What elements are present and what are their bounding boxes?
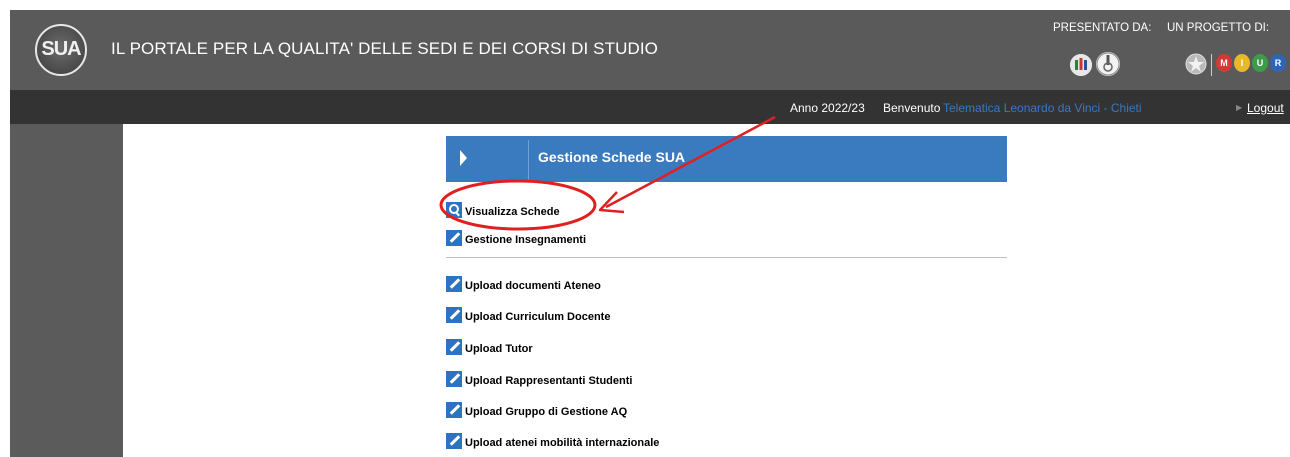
italian-emblem[interactable] — [1183, 52, 1209, 76]
menu-item-gestione-insegnamenti[interactable]: Gestione Insegnamenti — [446, 226, 586, 246]
project-of-label: UN PROGETTO DI: — [1167, 22, 1270, 34]
pencil-icon — [446, 371, 462, 387]
pencil-icon — [446, 307, 462, 323]
menu-item-label: Upload Rappresentanti Studenti — [465, 375, 633, 387]
section-divider — [446, 257, 1007, 258]
menu-item-upload-gruppo-gestione-aq[interactable]: Upload Gruppo di Gestione AQ — [446, 398, 627, 418]
menu-item-upload-curriculum-docente[interactable]: Upload Curriculum Docente — [446, 303, 610, 323]
miur-letter: U — [1252, 54, 1268, 72]
portal-title: IL PORTALE PER LA QUALITA' DELLE SEDI E … — [111, 39, 659, 58]
left-sidebar — [10, 124, 123, 457]
miur-letter: M — [1216, 54, 1232, 72]
top-nav-bar: Anno 2022/23 Benvenuto Telematica Leonar… — [10, 90, 1290, 124]
menu-item-upload-rappresentanti-studenti[interactable]: Upload Rappresentanti Studenti — [446, 367, 632, 387]
presented-by-label: PRESENTATO DA: — [1053, 22, 1152, 34]
menu-item-visualizza-schede[interactable]: Visualizza Schede — [446, 198, 560, 218]
menu-item-upload-tutor[interactable]: Upload Tutor — [446, 335, 533, 355]
logout-arrow-icon: ▶ — [1236, 103, 1243, 112]
miur-letter: I — [1234, 54, 1250, 72]
logo-text: SUA — [41, 38, 81, 60]
sua-logo[interactable]: SUA — [35, 24, 87, 76]
site-header: SUA IL PORTALE PER LA QUALITA' DELLE SED… — [10, 10, 1290, 90]
seal-icon — [1096, 52, 1120, 76]
pencil-icon — [446, 433, 462, 449]
menu-item-label: Visualizza Schede — [465, 206, 560, 218]
emblem-icon — [1185, 53, 1207, 75]
welcome-label: Benvenuto — [883, 101, 941, 115]
panel-title: Gestione Schede SUA — [538, 149, 686, 165]
menu-item-upload-atenei-mobilita[interactable]: Upload atenei mobilità internazionale — [446, 429, 659, 449]
panel-header: Gestione Schede SUA — [446, 136, 1007, 182]
expand-arrow-icon[interactable] — [460, 150, 467, 166]
menu-item-label: Upload atenei mobilità internazionale — [465, 437, 660, 449]
miur-divider — [1211, 54, 1212, 76]
anvur-logo-icon — [1070, 54, 1092, 76]
academic-year: Anno 2022/23 — [790, 101, 865, 115]
logout-link[interactable]: Logout — [1247, 101, 1284, 115]
partner-seal[interactable] — [1096, 52, 1120, 76]
search-icon — [446, 202, 462, 218]
menu-item-label: Upload documenti Ateneo — [465, 280, 601, 292]
miur-logo[interactable]: M I U R — [1216, 54, 1286, 74]
pencil-icon — [446, 339, 462, 355]
pencil-icon — [446, 230, 462, 246]
menu-item-label: Gestione Insegnamenti — [465, 234, 587, 246]
annotation-arrow-head — [598, 191, 625, 214]
menu-item-label: Upload Curriculum Docente — [465, 311, 611, 323]
miur-letter: R — [1270, 54, 1286, 72]
menu-item-label: Upload Gruppo di Gestione AQ — [465, 406, 628, 418]
menu-item-label: Upload Tutor — [465, 343, 533, 355]
pencil-icon — [446, 276, 462, 292]
pencil-icon — [446, 402, 462, 418]
university-name: Telematica Leonardo da Vinci - Chieti — [943, 101, 1142, 115]
menu-item-upload-documenti-ateneo[interactable]: Upload documenti Ateneo — [446, 272, 601, 292]
panel-separator — [528, 140, 529, 182]
anvur-logo[interactable] — [1070, 54, 1092, 76]
